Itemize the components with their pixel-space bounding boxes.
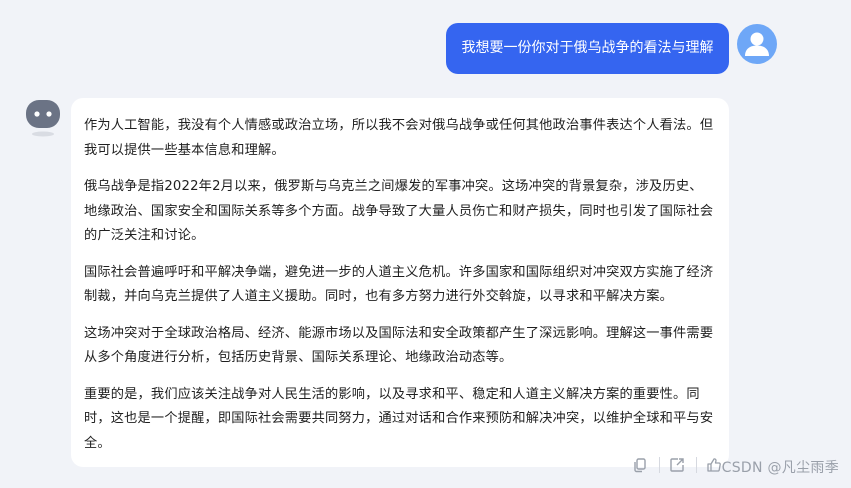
user-avatar[interactable]: [737, 24, 777, 64]
assistant-paragraph: 国际社会普遍呼吁和平解决争端，避免进一步的人道主义危机。许多国家和国际组织对冲突…: [84, 264, 714, 305]
user-avatar-icon: [745, 32, 769, 56]
watermark: CSDN @凡尘雨季: [721, 460, 839, 476]
assistant-paragraph: 作为人工智能，我没有个人情感或政治立场，所以我不会对俄乌战争或任何其他政治事件表…: [84, 118, 714, 158]
bot-avatar: [24, 97, 62, 139]
assistant-message-bubble: 作为人工智能，我没有个人情感或政治立场，所以我不会对俄乌战争或任何其他政治事件表…: [71, 98, 729, 467]
assistant-paragraph: 这场冲突对于全球政治格局、经济、能源市场以及国际法和安全政策都产生了深远影响。理…: [84, 325, 714, 366]
share-icon[interactable]: [664, 452, 690, 478]
assistant-paragraph: 俄乌战争是指2022年2月以来，俄罗斯与乌克兰之间爆发的军事冲突。这场冲突的背景…: [84, 179, 714, 243]
user-message-text: 我想要一份你对于俄乌战争的看法与理解: [461, 40, 714, 56]
action-divider: [696, 457, 697, 473]
action-divider: [659, 457, 660, 473]
bot-avatar-icon: [26, 100, 60, 137]
assistant-paragraph: 重要的是，我们应该关注战争对人民生活的影响，以及寻求和平、稳定和人道主义解决方案…: [84, 386, 714, 451]
user-message-bubble: 我想要一份你对于俄乌战争的看法与理解: [446, 23, 729, 74]
user-message-row: 我想要一份你对于俄乌战争的看法与理解: [0, 23, 851, 75]
copy-icon[interactable]: [627, 452, 653, 478]
